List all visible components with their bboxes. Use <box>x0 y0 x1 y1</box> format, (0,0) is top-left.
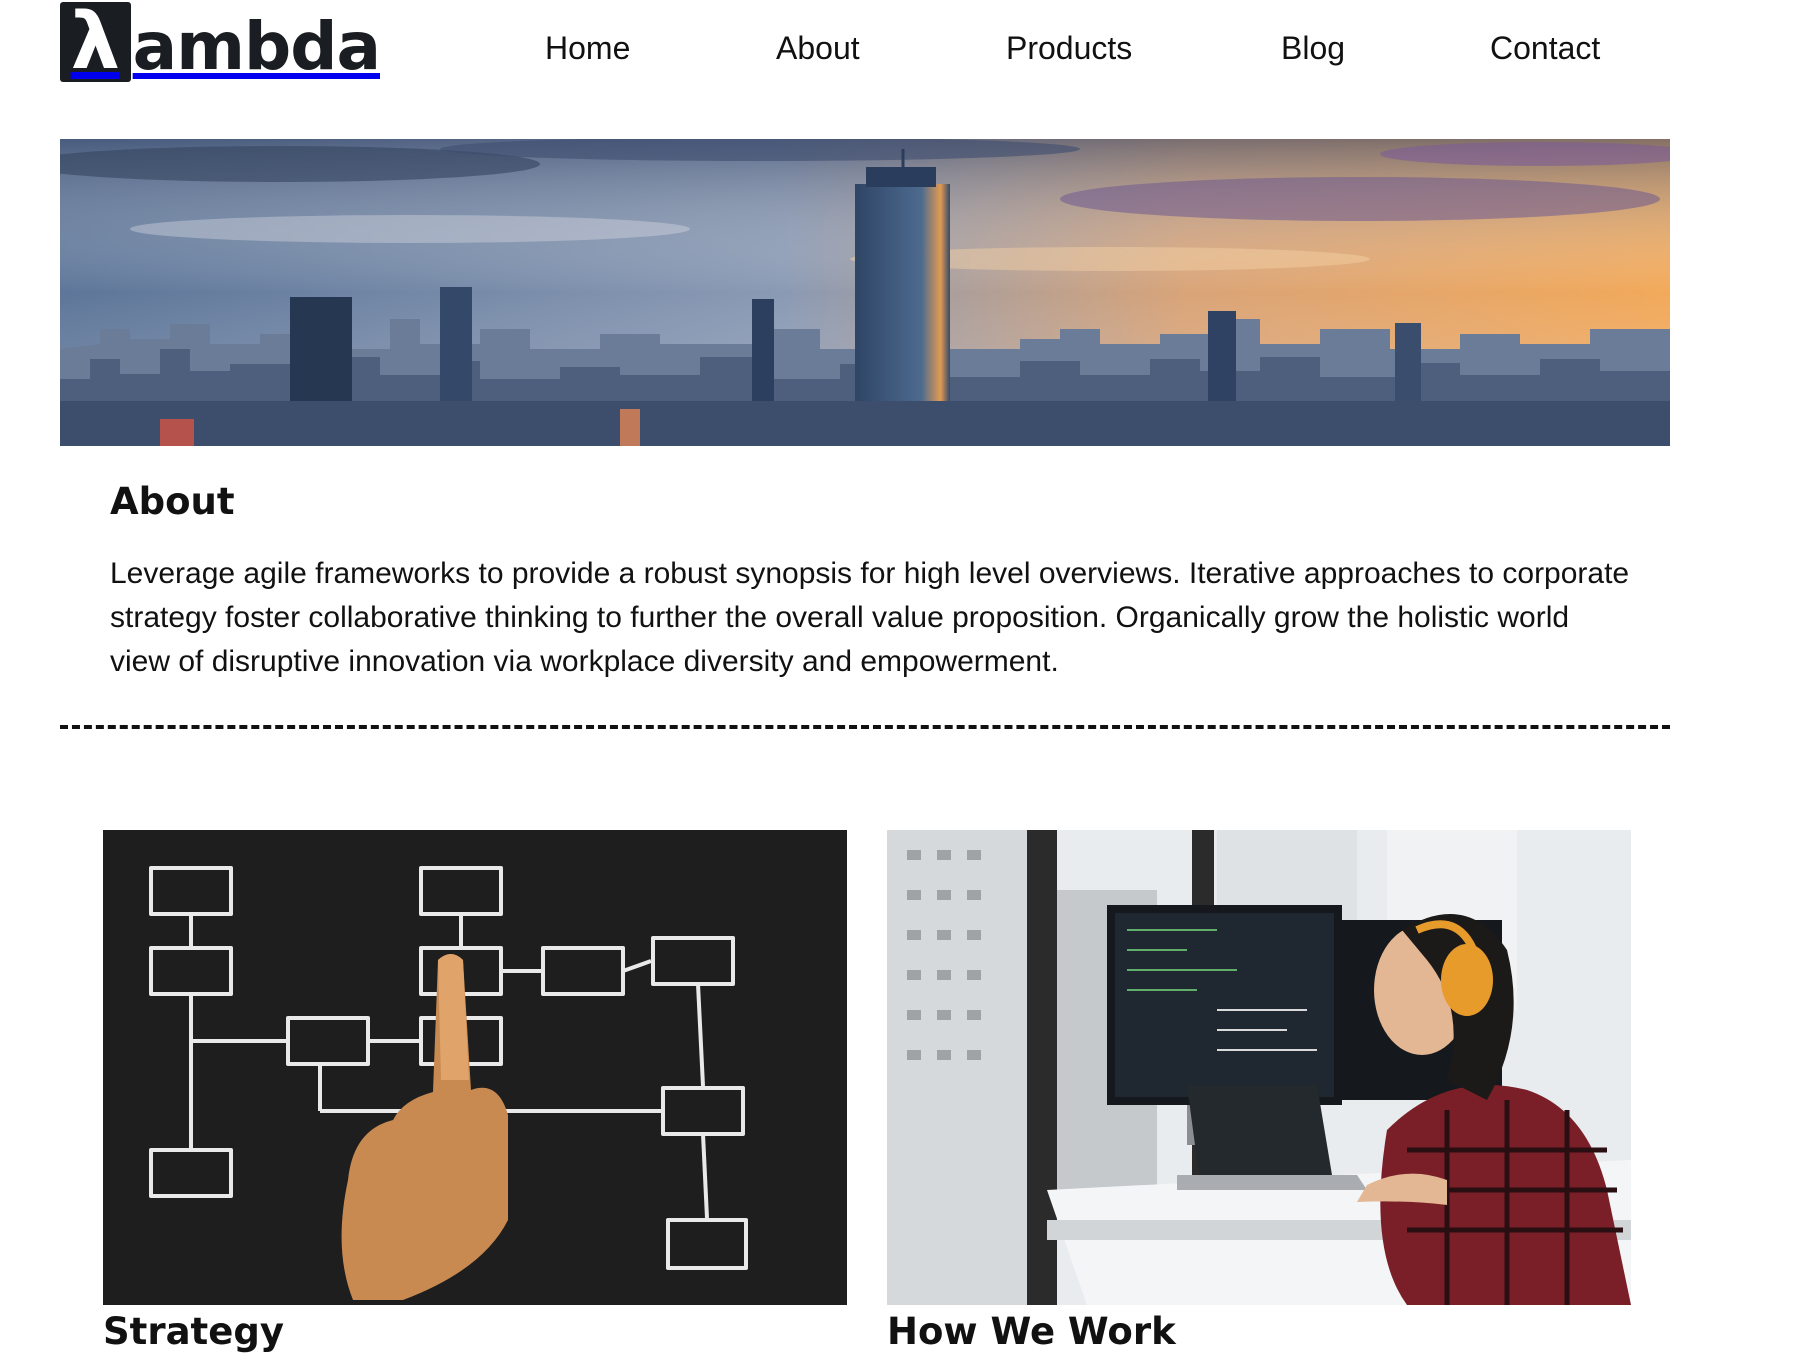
strategy-flowchart-image <box>103 830 847 1305</box>
nav-about-link[interactable]: About <box>776 24 860 72</box>
nav-products-link[interactable]: Products <box>1006 24 1132 72</box>
strategy-title: Strategy <box>103 1310 284 1353</box>
developer-workspace-image <box>887 830 1631 1305</box>
main-nav: Home About Products Blog Contact <box>0 24 1802 74</box>
how-we-work-title: How We Work <box>887 1310 1176 1353</box>
nav-blog-link[interactable]: Blog <box>1281 24 1345 72</box>
page: λ ambda Home About Products Blog Contact <box>0 0 1802 1368</box>
about-paragraph: Leverage agile frameworks to provide a r… <box>110 557 1630 678</box>
nav-contact-link[interactable]: Contact <box>1490 24 1600 72</box>
hero-skyline-image <box>60 139 1670 446</box>
strategy-card: Strategy <box>103 830 847 1355</box>
how-we-work-card: How We Work <box>887 830 1631 1355</box>
nav-home-link[interactable]: Home <box>545 24 630 72</box>
about-heading: About <box>110 480 235 523</box>
section-divider <box>60 725 1670 729</box>
